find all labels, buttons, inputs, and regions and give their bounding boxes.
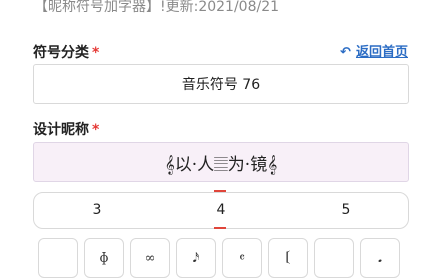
page-option[interactable]: 5 [331,193,361,228]
category-select[interactable]: 音乐符号 76 [33,64,409,104]
symbol-key[interactable]: 𝄕 [268,238,308,278]
category-selected-value: 音乐符号 76 [181,77,261,93]
category-label: 符号分类 [33,45,89,61]
back-home-label: 返回首页 [355,45,408,60]
category-label-row: 符号分类 * [33,44,99,62]
header-note: 【昵称符号加字器】!更新:2021/08/21 [34,0,280,15]
nickname-field[interactable]: 𝄞以·人𝄚为·镜𝄞 [33,142,409,182]
back-home-link[interactable]: ↶ 返回首页 [340,44,408,62]
nickname-value: 𝄞以·人𝄚为·镜𝄞 [164,154,278,175]
symbol-key[interactable]: 𝄴 [222,238,262,278]
symbol-key[interactable] [314,238,354,278]
page-option-active[interactable]: 4 [206,193,236,228]
required-mark: * [92,45,100,61]
active-page-bottom-marker [214,227,226,229]
symbol-key[interactable]: 𝅘 [360,238,400,278]
symbol-key[interactable] [38,238,78,278]
page-option[interactable]: 3 [82,193,112,228]
nickname-label-row: 设计昵称 * [33,121,99,139]
symbol-key[interactable]: 𝅘𝅥𝅯 [176,238,216,278]
symbol-key[interactable]: ɸ [84,238,124,278]
symbol-key-grid: ɸ ∞ 𝅘𝅥𝅯 𝄴 𝄕 𝅘 [33,238,413,278]
symbol-key[interactable]: ∞ [130,238,170,278]
return-arrow-icon: ↶ [339,45,351,60]
page-selector: 3 4 5 [33,192,409,229]
nickname-label: 设计昵称 [33,122,89,138]
required-mark: * [92,122,100,138]
